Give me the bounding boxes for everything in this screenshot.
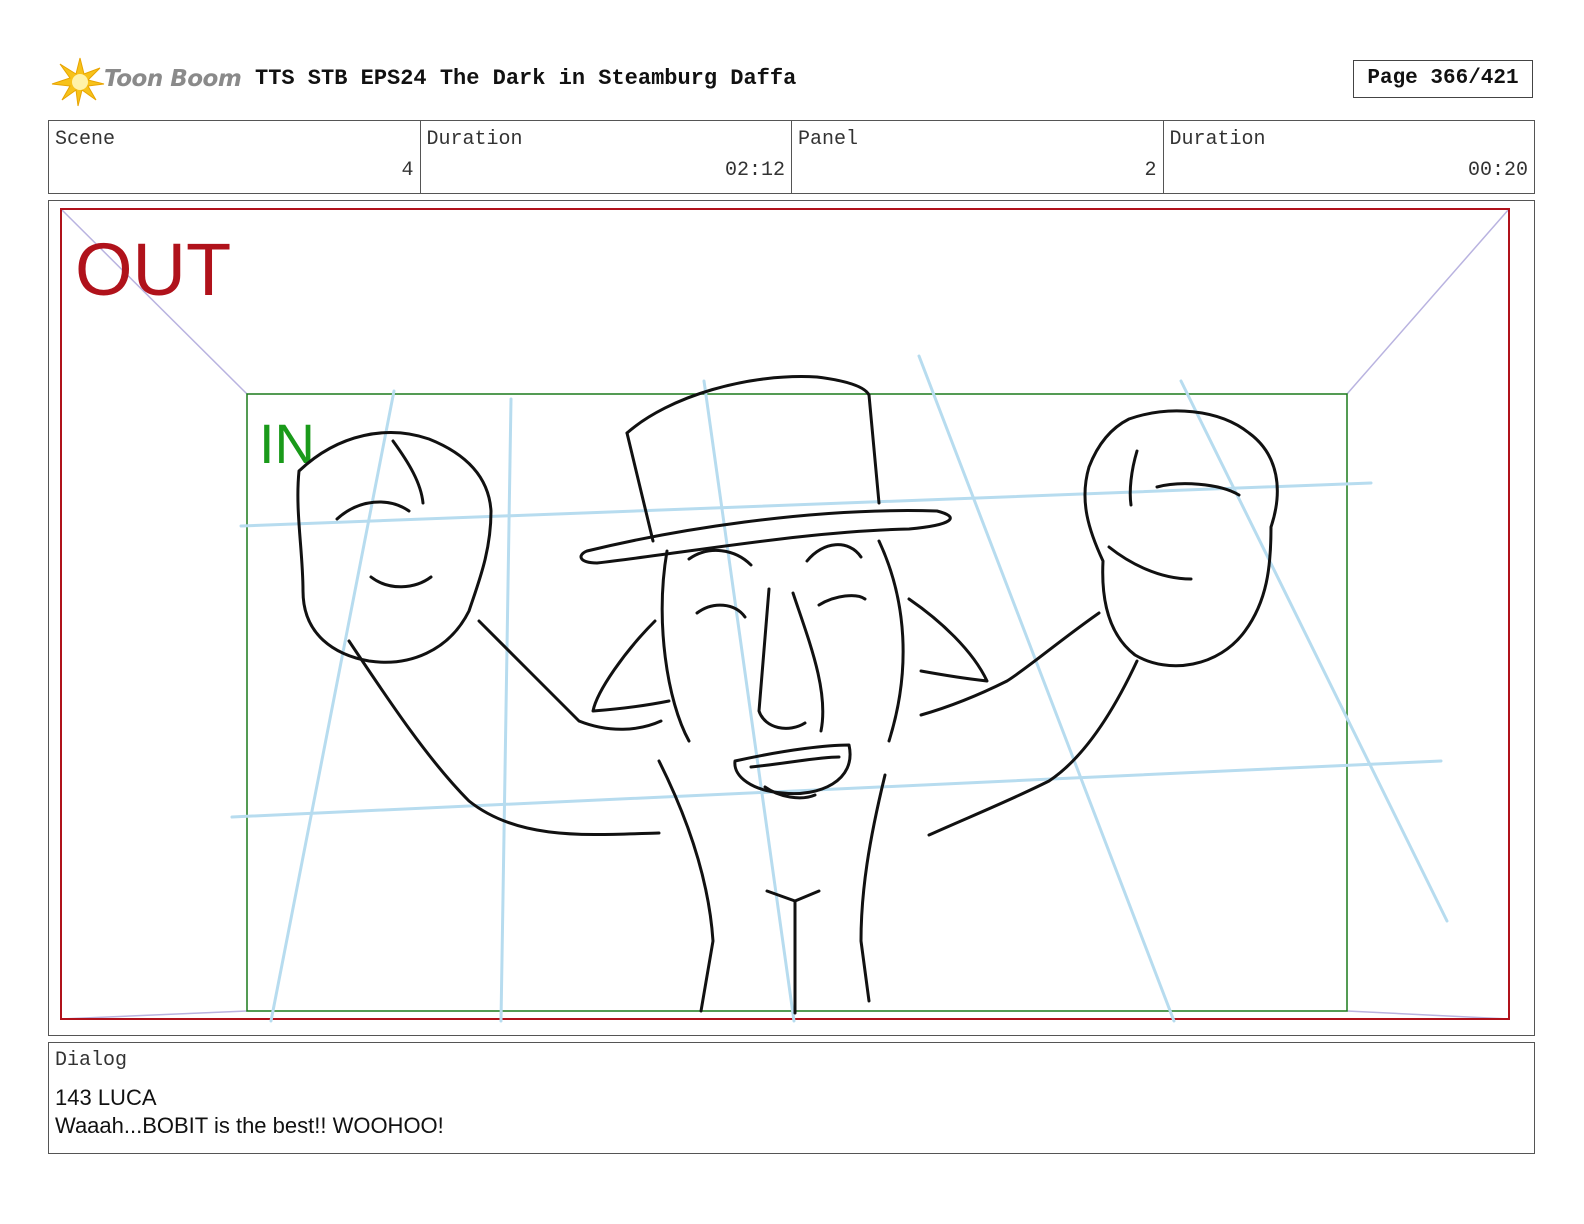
in-frame bbox=[246, 393, 1348, 1012]
storyboard-panel: OUT IN bbox=[48, 200, 1535, 1036]
scene-duration-cell: Duration 02:12 bbox=[421, 121, 792, 193]
panel-value: 2 bbox=[1144, 159, 1157, 182]
logo-text: Toon Boom bbox=[104, 66, 242, 92]
dialog-text: Waaah...BOBIT is the best!! WOOHOO! bbox=[55, 1113, 444, 1138]
panel-drawing: OUT IN bbox=[60, 208, 1510, 1023]
panel-duration-label: Duration bbox=[1169, 128, 1266, 151]
scene-cell: Scene 4 bbox=[49, 121, 421, 193]
scene-duration-label: Duration bbox=[426, 128, 523, 151]
toon-boom-logo: Toon Boom bbox=[50, 54, 242, 108]
panel-cell: Panel 2 bbox=[792, 121, 1164, 193]
out-label: OUT bbox=[75, 228, 231, 311]
starburst-icon bbox=[51, 57, 105, 107]
construction-lines bbox=[230, 354, 1449, 1023]
character-sketch bbox=[296, 375, 1279, 1015]
dialog-box: Dialog 143 LUCA Waaah...BOBIT is the bes… bbox=[48, 1042, 1535, 1154]
document-title: TTS STB EPS24 The Dark in Steamburg Daff… bbox=[255, 66, 797, 91]
scene-value: 4 bbox=[401, 159, 414, 182]
panel-duration-cell: Duration 00:20 bbox=[1164, 121, 1535, 193]
panel-metadata-row: Scene 4 Duration 02:12 Panel 2 Duration … bbox=[48, 120, 1535, 194]
dialog-speaker: 143 LUCA bbox=[55, 1085, 157, 1110]
page-indicator: Page 366/421 bbox=[1353, 60, 1533, 98]
panel-label: Panel bbox=[798, 128, 859, 151]
panel-duration-value: 00:20 bbox=[1467, 159, 1528, 182]
dialog-label: Dialog bbox=[55, 1049, 128, 1072]
scene-duration-value: 02:12 bbox=[724, 159, 785, 182]
scene-label: Scene bbox=[55, 128, 116, 151]
